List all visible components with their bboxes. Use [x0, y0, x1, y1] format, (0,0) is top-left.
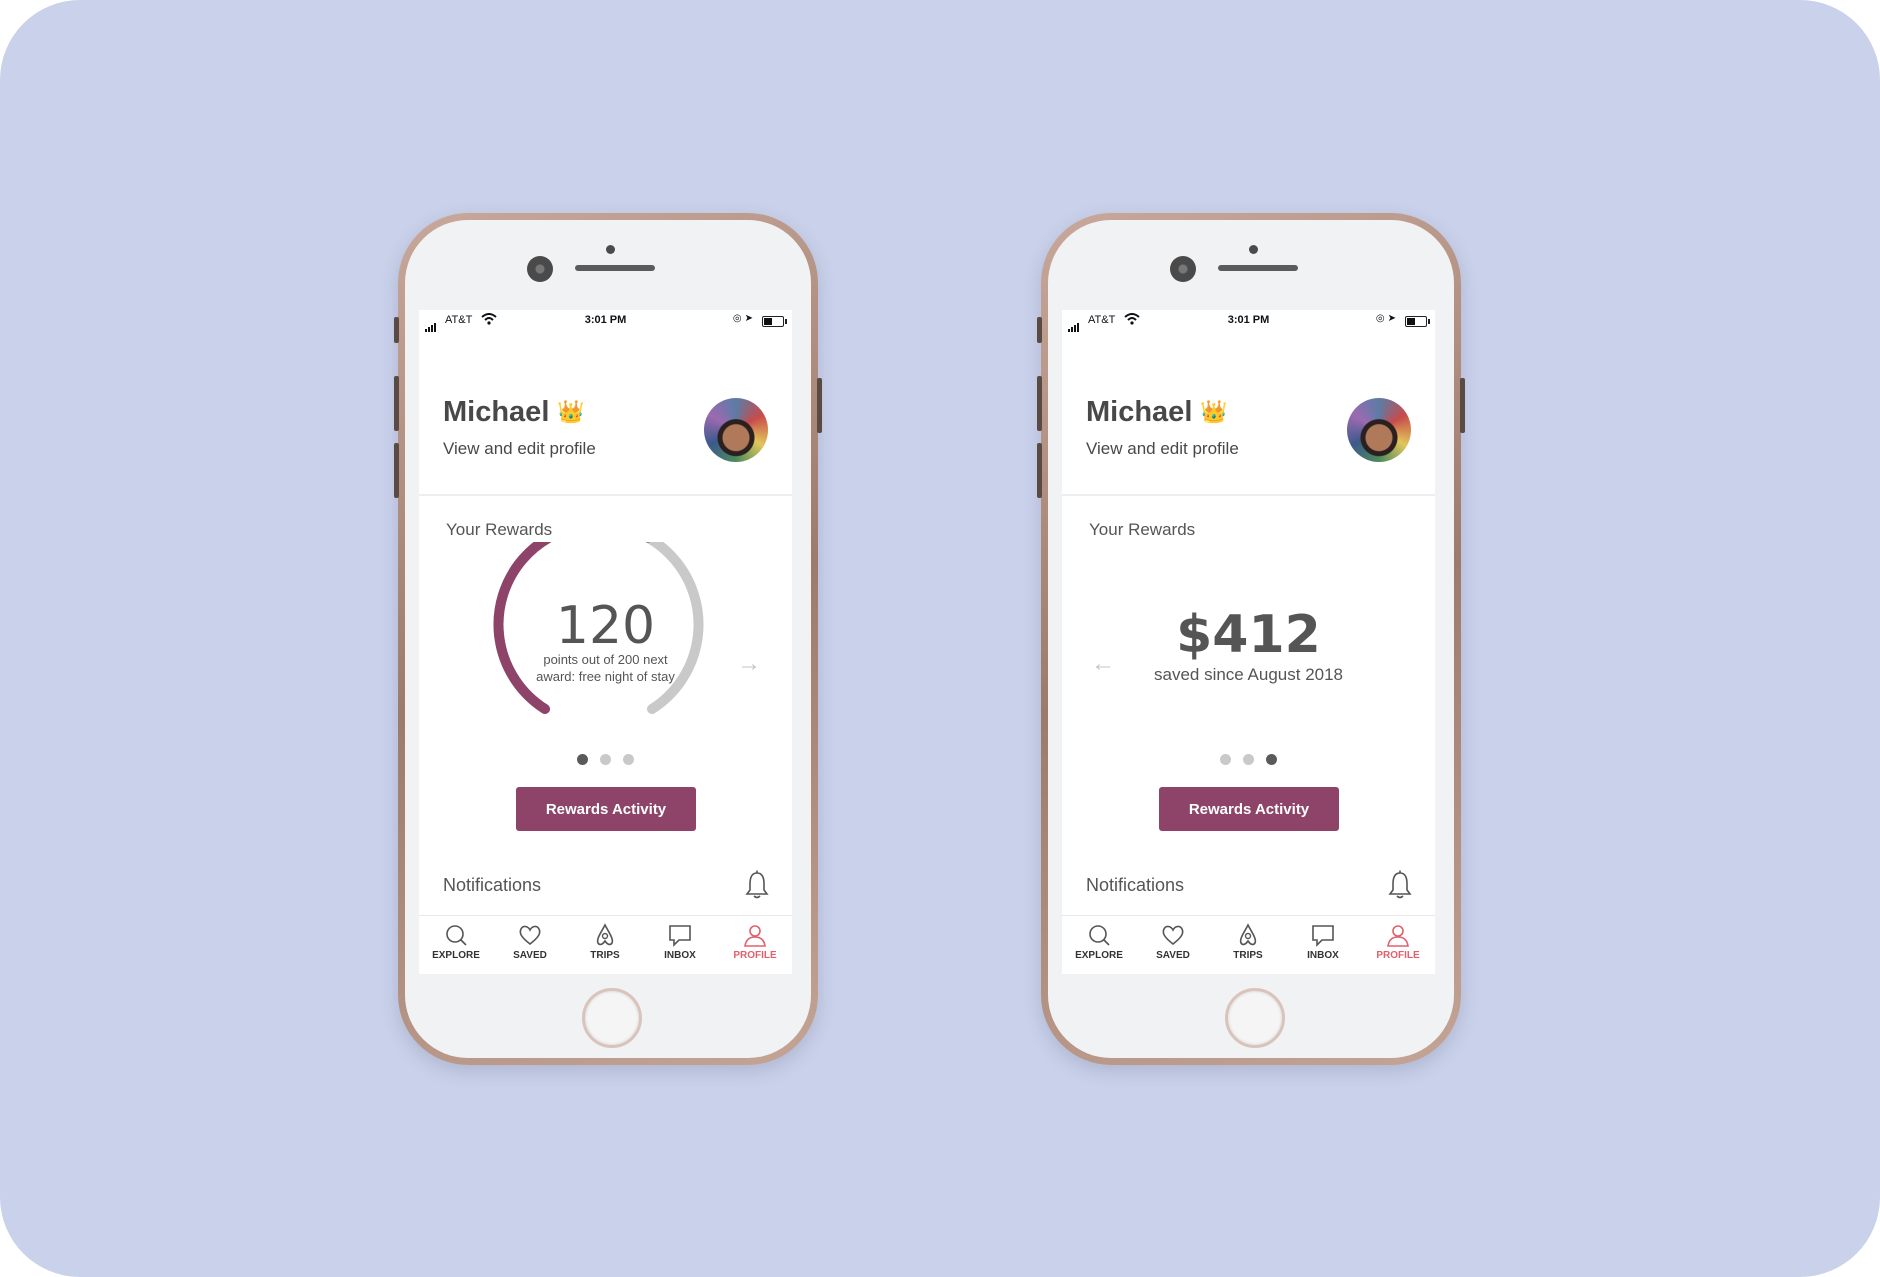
- message-icon: [1312, 925, 1334, 947]
- message-icon: [669, 925, 691, 947]
- profile-name: Michael: [443, 396, 550, 428]
- crown-icon: 👑: [557, 399, 585, 424]
- notifications-label[interactable]: Notifications: [1086, 875, 1184, 896]
- tab-label: PROFILE: [1376, 950, 1420, 961]
- heart-icon: [1162, 925, 1184, 946]
- battery-icon: [1405, 316, 1430, 327]
- avatar[interactable]: [704, 398, 768, 462]
- rewards-title: Your Rewards: [446, 520, 553, 539]
- background-canvas: AT&T 3:01 PM ◎➤ Michael 👑 View and edit p…: [0, 0, 1880, 1277]
- crown-icon: 👑: [1200, 399, 1228, 424]
- section-divider: [1062, 494, 1435, 496]
- app-screen: AT&T 3:01 PM ◎➤ Michael 👑 View and edit p…: [419, 310, 792, 974]
- status-bar: AT&T 3:01 PM ◎➤: [1062, 310, 1435, 332]
- mute-switch: [394, 317, 399, 343]
- tab-label: SAVED: [513, 950, 547, 961]
- section-divider: [419, 494, 792, 496]
- page-dot-1[interactable]: [1220, 754, 1231, 765]
- search-icon: [446, 925, 467, 946]
- status-bar: AT&T 3:01 PM ◎➤: [419, 310, 792, 332]
- tab-inbox[interactable]: INBOX: [1286, 922, 1360, 961]
- profile-name: Michael: [1086, 396, 1193, 428]
- view-edit-profile-link[interactable]: View and edit profile: [443, 439, 596, 459]
- tab-trips[interactable]: TRIPS: [1211, 922, 1285, 961]
- page-dot-2[interactable]: [600, 754, 611, 765]
- phone-mockup-right: AT&T 3:01 PM ◎➤ Michael 👑 View and edit p…: [1037, 213, 1465, 1065]
- rewards-activity-button[interactable]: Rewards Activity: [1159, 787, 1339, 831]
- tab-bar: EXPLORE SAVED TRIPS INBOX PROFILE: [419, 915, 792, 974]
- front-camera: [527, 256, 553, 282]
- front-camera: [1170, 256, 1196, 282]
- page-dot-3[interactable]: [623, 754, 634, 765]
- page-dot-1[interactable]: [577, 754, 588, 765]
- phone-face: AT&T 3:01 PM ◎➤ Michael 👑 View and edit p…: [405, 220, 811, 1058]
- bell-icon[interactable]: [1387, 870, 1413, 900]
- tab-saved[interactable]: SAVED: [1136, 922, 1210, 961]
- location-icon: ◎➤: [732, 313, 756, 324]
- view-edit-profile-link[interactable]: View and edit profile: [1086, 439, 1239, 459]
- power-button: [1460, 378, 1465, 433]
- tab-explore[interactable]: EXPLORE: [419, 922, 493, 961]
- volume-up-button: [394, 376, 399, 431]
- phone-mockup-left: AT&T 3:01 PM ◎➤ Michael 👑 View and edit p…: [394, 213, 822, 1065]
- proximity-sensor: [1249, 245, 1258, 254]
- tab-profile[interactable]: PROFILE: [1361, 922, 1435, 961]
- location-icon: ◎➤: [1375, 313, 1399, 324]
- tab-label: PROFILE: [733, 950, 777, 961]
- mute-switch: [1037, 317, 1042, 343]
- tab-label: TRIPS: [1233, 950, 1263, 961]
- power-button: [817, 378, 822, 433]
- user-icon: [744, 925, 766, 947]
- tab-label: EXPLORE: [432, 950, 480, 961]
- airbnb-logo-icon: [1239, 923, 1257, 946]
- earpiece-speaker: [1218, 265, 1298, 271]
- points-description: points out of 200 next award: free night…: [536, 652, 675, 684]
- tab-trips[interactable]: TRIPS: [568, 922, 642, 961]
- rewards-activity-button[interactable]: Rewards Activity: [516, 787, 696, 831]
- search-icon: [1089, 925, 1110, 946]
- app-screen: AT&T 3:01 PM ◎➤ Michael 👑 View and edit p…: [1062, 310, 1435, 974]
- page-indicator: [419, 752, 792, 770]
- profile-name-row[interactable]: Michael 👑: [443, 396, 585, 429]
- tab-label: TRIPS: [590, 950, 620, 961]
- heart-icon: [519, 925, 541, 946]
- volume-down-button: [1037, 443, 1042, 498]
- phone-face: AT&T 3:01 PM ◎➤ Michael 👑 View and edit p…: [1048, 220, 1454, 1058]
- volume-down-button: [394, 443, 399, 498]
- user-icon: [1387, 925, 1409, 947]
- tab-saved[interactable]: SAVED: [493, 922, 567, 961]
- proximity-sensor: [606, 245, 615, 254]
- earpiece-speaker: [575, 265, 655, 271]
- notifications-label[interactable]: Notifications: [443, 875, 541, 896]
- savings-value: $412: [1176, 605, 1321, 665]
- savings-description: saved since August 2018: [1153, 665, 1344, 684]
- arrow-right-icon[interactable]: →: [737, 650, 761, 678]
- tab-profile[interactable]: PROFILE: [718, 922, 792, 961]
- tab-label: INBOX: [1307, 950, 1339, 961]
- battery-icon: [762, 316, 787, 327]
- tab-label: EXPLORE: [1075, 950, 1123, 961]
- tab-bar: EXPLORE SAVED TRIPS INBOX PROFILE: [1062, 915, 1435, 974]
- page-indicator: [1062, 752, 1435, 770]
- tab-inbox[interactable]: INBOX: [643, 922, 717, 961]
- home-button[interactable]: [1225, 988, 1285, 1048]
- home-button[interactable]: [582, 988, 642, 1048]
- volume-up-button: [1037, 376, 1042, 431]
- bell-icon[interactable]: [744, 870, 770, 900]
- page-dot-2[interactable]: [1243, 754, 1254, 765]
- page-dot-3[interactable]: [1266, 754, 1277, 765]
- rewards-title: Your Rewards: [1089, 520, 1196, 539]
- profile-name-row[interactable]: Michael 👑: [1086, 396, 1228, 429]
- airbnb-logo-icon: [596, 923, 614, 946]
- tab-label: INBOX: [664, 950, 696, 961]
- points-value: 120: [555, 596, 656, 656]
- avatar[interactable]: [1347, 398, 1411, 462]
- tab-explore[interactable]: EXPLORE: [1062, 922, 1136, 961]
- tab-label: SAVED: [1156, 950, 1190, 961]
